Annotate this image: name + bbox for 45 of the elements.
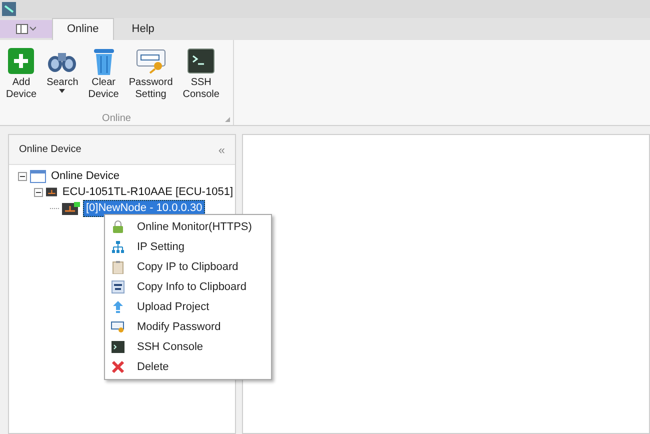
window-icon xyxy=(30,170,46,182)
tree-item[interactable]: [0]NewNode - 10.0.0.30 xyxy=(83,200,206,216)
clipboard-icon xyxy=(111,260,125,274)
layout-icon xyxy=(16,24,36,34)
ribbon-tab[interactable]: Online xyxy=(52,18,114,40)
menu-item[interactable]: Copy IP to Clipboard xyxy=(105,257,271,277)
trash-icon xyxy=(92,46,115,76)
menu-item[interactable]: Modify Password xyxy=(105,317,271,337)
device-online-icon xyxy=(62,202,80,214)
plus-icon xyxy=(7,47,36,75)
ribbon-button[interactable]: SSH Console xyxy=(178,45,224,111)
button-label: Add Device xyxy=(6,77,37,101)
lock-icon xyxy=(111,220,125,234)
terminal-icon xyxy=(187,48,216,74)
ribbon-button[interactable]: Add Device xyxy=(2,45,41,111)
ribbon-button[interactable]: Search xyxy=(42,45,82,111)
group-label: Online xyxy=(102,112,131,126)
application-menu-button[interactable] xyxy=(0,20,52,38)
password-icon xyxy=(111,320,125,334)
button-label: Password Setting xyxy=(128,77,173,101)
menu-item[interactable]: Delete xyxy=(105,357,271,377)
menu-item[interactable]: Online Monitor(HTTPS) xyxy=(105,217,271,237)
tree-item[interactable]: Online Device xyxy=(49,168,122,184)
app-icon xyxy=(2,2,16,16)
menu-item[interactable]: Copy Info to Clipboard xyxy=(105,277,271,297)
delete-icon xyxy=(111,360,125,374)
menu-item[interactable]: SSH Console xyxy=(105,337,271,357)
ribbon-tab[interactable]: Help xyxy=(114,18,172,40)
menu-item[interactable]: IP Setting xyxy=(105,237,271,257)
button-label: Clear Device xyxy=(88,77,119,101)
ribbon-button[interactable]: Password Setting xyxy=(124,45,177,111)
collapse-toggle-icon[interactable] xyxy=(34,188,43,196)
collapse-toggle-icon[interactable] xyxy=(18,172,27,180)
tree-item[interactable]: ECU-1051TL-R10AAE [ECU-1051] xyxy=(60,184,235,200)
upload-icon xyxy=(111,300,125,314)
button-label: SSH Console xyxy=(182,77,220,101)
terminal-icon xyxy=(111,340,125,354)
info-card-icon xyxy=(111,280,125,294)
panel-title: Online Device xyxy=(19,143,82,157)
password-icon xyxy=(136,48,166,74)
network-icon xyxy=(111,240,125,254)
menu-item[interactable]: Upload Project xyxy=(105,297,271,317)
button-label: Search xyxy=(46,77,78,89)
device-icon xyxy=(46,186,58,198)
ribbon-button[interactable]: Clear Device xyxy=(84,45,123,111)
